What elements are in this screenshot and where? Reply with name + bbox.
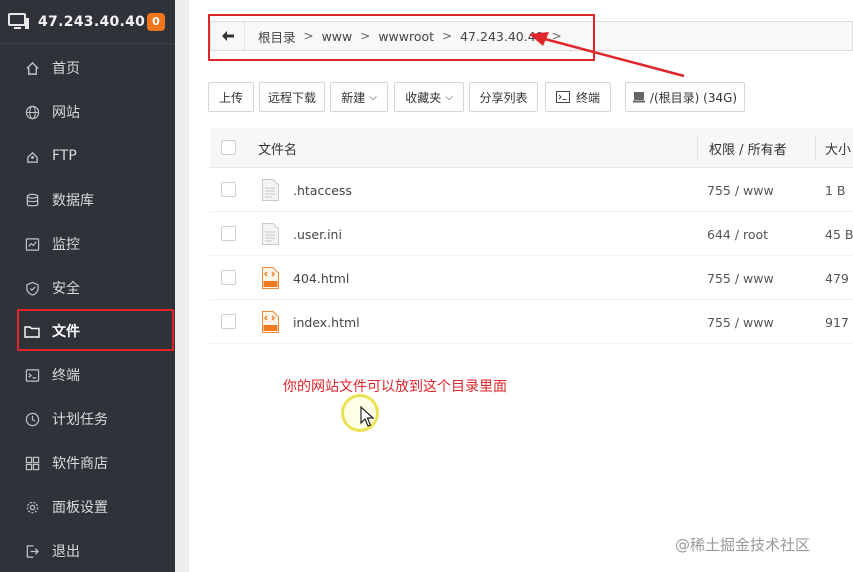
notification-badge[interactable]: 0 xyxy=(147,12,165,31)
remote-download-button[interactable]: 远程下载 xyxy=(259,82,325,112)
sidebar-item-cron[interactable]: 计划任务 xyxy=(0,397,175,441)
new-button-label: 新建 xyxy=(341,90,366,105)
logout-icon xyxy=(24,543,40,559)
row-checkbox[interactable] xyxy=(221,270,236,285)
file-size: 917 B xyxy=(825,314,853,330)
annotation-arrow xyxy=(529,32,685,78)
sidebar-item-label: FTP xyxy=(52,148,77,164)
column-divider xyxy=(815,136,816,160)
text-file-icon xyxy=(262,223,279,245)
disk-button[interactable]: /(根目录) (34G) xyxy=(625,82,745,112)
sidebar-item-label: 安全 xyxy=(52,281,80,297)
sidebar-item-home[interactable]: 首页 xyxy=(0,46,175,90)
mouse-cursor-icon xyxy=(360,406,374,427)
sidebar-item-label: 退出 xyxy=(52,544,80,560)
terminal-icon xyxy=(24,367,40,383)
sidebar-item-label: 首页 xyxy=(52,61,80,77)
file-manager: 根目录 > www > wwwroot > 47.243.40.40 > 上传 … xyxy=(189,0,853,572)
file-size: 1 B xyxy=(825,182,846,198)
column-name-header[interactable]: 文件名 xyxy=(258,128,297,168)
clock-icon xyxy=(24,411,40,427)
annotation-text: 你的网站文件可以放到这个目录里面 xyxy=(283,379,507,395)
table-header: 文件名 权限 / 所有者 大小 xyxy=(210,128,853,168)
text-file-icon xyxy=(262,179,279,201)
sidebar-item-label: 终端 xyxy=(52,368,80,384)
sidebar-item-logout[interactable]: 退出 xyxy=(0,529,175,572)
table-row[interactable]: 404.html 755 / www 479 B xyxy=(210,256,853,300)
file-name[interactable]: .htaccess xyxy=(293,168,352,212)
monitor-icon xyxy=(24,236,40,252)
file-permission[interactable]: 755 / www xyxy=(707,300,774,344)
sidebar-item-database[interactable]: 数据库 xyxy=(0,178,175,222)
sidebar-item-app-store[interactable]: 软件商店 xyxy=(0,441,175,485)
sidebar-item-label: 监控 xyxy=(52,237,80,253)
server-ip: 47.243.40.40 xyxy=(38,13,146,30)
database-icon xyxy=(24,192,40,208)
column-size-header[interactable]: 大小 xyxy=(825,128,851,168)
sidebar-item-monitor[interactable]: 监控 xyxy=(0,222,175,266)
table-row[interactable]: .user.ini 644 / root 45 B xyxy=(210,212,853,256)
disk-icon xyxy=(632,92,645,103)
computer-icon xyxy=(8,12,30,31)
html-file-icon xyxy=(262,311,279,333)
sidebar-item-terminal[interactable]: 终端 xyxy=(0,353,175,397)
terminal-icon xyxy=(555,91,570,103)
file-size: 45 B xyxy=(825,226,853,242)
globe-icon xyxy=(24,104,40,120)
row-checkbox[interactable] xyxy=(221,182,236,197)
sidebar: 47.243.40.40 0 首页 网站 FTP 数据库 监控 安全 文件 终端… xyxy=(0,0,175,572)
disk-button-label: /(根目录) (34G) xyxy=(649,90,738,105)
share-list-button[interactable]: 分享列表 xyxy=(469,82,538,112)
terminal-button-label: 终端 xyxy=(575,90,600,105)
files-highlight-box xyxy=(17,309,174,351)
table-row[interactable]: .htaccess 755 / www 1 B xyxy=(210,168,853,212)
apps-icon xyxy=(24,455,40,471)
sidebar-item-label: 计划任务 xyxy=(52,412,108,428)
table-row[interactable]: index.html 755 / www 917 B xyxy=(210,300,853,344)
file-size: 479 B xyxy=(825,270,853,286)
row-checkbox[interactable] xyxy=(221,226,236,241)
sidebar-item-websites[interactable]: 网站 xyxy=(0,90,175,134)
file-name[interactable]: .user.ini xyxy=(293,212,342,256)
upload-button[interactable]: 上传 xyxy=(208,82,254,112)
sidebar-item-label: 面板设置 xyxy=(52,500,108,516)
server-header: 47.243.40.40 0 xyxy=(0,0,175,44)
sidebar-item-files[interactable]: 文件 xyxy=(0,309,175,353)
sidebar-item-label: 数据库 xyxy=(52,193,94,209)
sidebar-item-security[interactable]: 安全 xyxy=(0,266,175,310)
html-file-icon xyxy=(262,267,279,289)
sidebar-item-panel-settings[interactable]: 面板设置 xyxy=(0,485,175,529)
column-perm-header[interactable]: 权限 / 所有者 xyxy=(709,128,787,168)
chevron-down-icon: ⌵ xyxy=(445,91,453,103)
row-checkbox[interactable] xyxy=(221,314,236,329)
watermark: @稀土掘金技术社区 xyxy=(675,536,811,554)
sidebar-item-ftp[interactable]: FTP xyxy=(0,134,175,178)
file-permission[interactable]: 755 / www xyxy=(707,256,774,300)
shield-icon xyxy=(24,280,40,296)
file-name[interactable]: index.html xyxy=(293,300,360,344)
select-all-checkbox[interactable] xyxy=(221,140,236,155)
gear-icon xyxy=(24,499,40,515)
ftp-icon xyxy=(24,148,40,164)
chevron-down-icon: ⌵ xyxy=(369,91,377,103)
file-table: 文件名 权限 / 所有者 大小 .htaccess 755 / www 1 B … xyxy=(210,128,853,344)
layout-gap xyxy=(175,0,189,572)
favorites-button[interactable]: 收藏夹 ⌵ xyxy=(394,82,464,112)
file-name[interactable]: 404.html xyxy=(293,256,349,300)
home-icon xyxy=(24,60,40,76)
column-divider xyxy=(697,136,698,160)
sidebar-item-label: 软件商店 xyxy=(52,456,108,472)
favorites-button-label: 收藏夹 xyxy=(405,90,442,105)
file-permission[interactable]: 755 / www xyxy=(707,168,774,212)
file-permission[interactable]: 644 / root xyxy=(707,212,768,256)
new-button[interactable]: 新建 ⌵ xyxy=(330,82,388,112)
terminal-button[interactable]: 终端 xyxy=(545,82,611,112)
sidebar-item-label: 网站 xyxy=(52,105,80,121)
